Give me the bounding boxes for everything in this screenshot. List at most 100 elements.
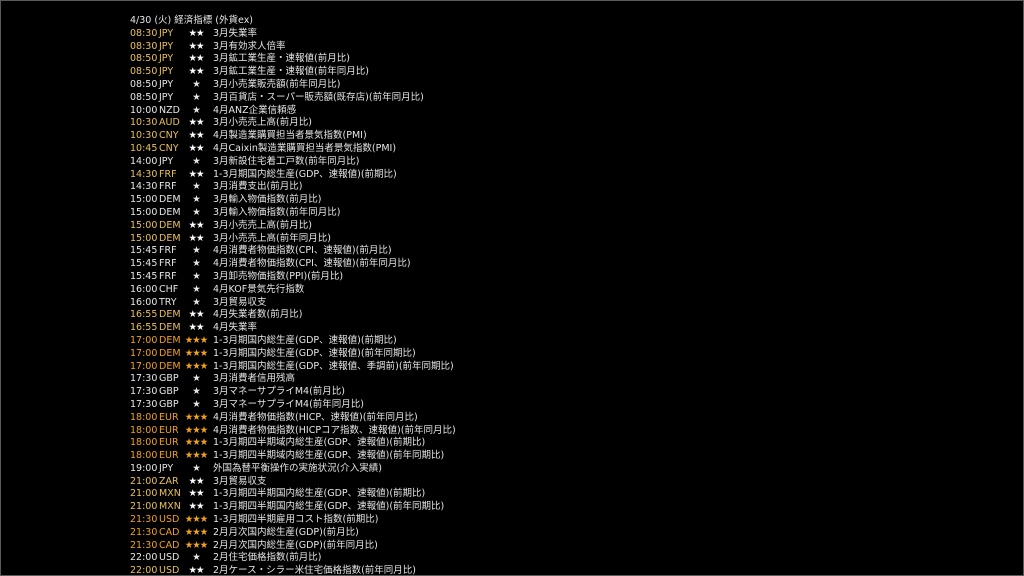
event-currency: DEM [159, 347, 181, 359]
event-time: 17:00 [130, 347, 158, 359]
event-currency: DEM [159, 322, 181, 334]
event-row: 16:55 DEM ★★ 4月失業率 [130, 322, 456, 335]
event-row: 10:30 AUD ★★ 3月小売売上高(前月比) [130, 117, 456, 130]
importance-stars-icon: ★ [192, 104, 201, 116]
event-currency: TRY [159, 296, 177, 308]
event-time: 22:00 [130, 565, 158, 576]
event-time: 17:30 [130, 398, 158, 410]
importance-stars-icon: ★★ [188, 322, 204, 334]
importance-stars-icon: ★ [192, 386, 201, 398]
event-time: 17:00 [130, 360, 158, 372]
event-name: 4月失業率 [213, 322, 258, 334]
event-currency: FRF [159, 181, 177, 193]
event-row: 08:30 JPY ★★ 3月失業率 [130, 28, 456, 41]
event-currency: FRF [159, 168, 177, 180]
event-name: 2月ケース・シラー米住宅価格指数(前年同月比) [213, 565, 416, 576]
event-time: 16:00 [130, 296, 158, 308]
event-currency: JPY [159, 155, 174, 167]
event-row: 21:00 ZAR ★★ 3月貿易収支 [130, 476, 456, 489]
event-time: 18:00 [130, 411, 158, 423]
importance-stars-icon: ★ [192, 181, 201, 193]
event-name: 4月Caixin製造業購買担当者景気指数(PMI) [213, 142, 397, 154]
event-time: 14:30 [130, 181, 158, 193]
event-time: 15:00 [130, 206, 158, 218]
event-name: 1-3月期国内総生産(GDP、速報値、季調前)(前年同期比) [213, 360, 454, 372]
event-row: 17:00 DEM ★★★ 1-3月期国内総生産(GDP、速報値)(前年同期比) [130, 348, 456, 361]
importance-stars-icon: ★★ [188, 117, 204, 129]
importance-stars-icon: ★ [192, 283, 201, 295]
event-currency: DEM [159, 360, 181, 372]
event-name: 1-3月期国内総生産(GDP、速報値)(前期比) [213, 334, 397, 346]
event-row: 17:30 GBP ★ 3月マネーサプライM4(前年同月比) [130, 399, 456, 412]
event-row: 16:00 TRY ★ 3月貿易収支 [130, 297, 456, 310]
importance-stars-icon: ★ [192, 373, 201, 385]
importance-stars-icon: ★★ [188, 475, 204, 487]
event-name: 3月百貨店・スーパー販売額(既存店)(前年同月比) [213, 91, 424, 103]
event-time: 18:00 [130, 437, 158, 449]
event-currency: CAD [159, 526, 180, 538]
event-time: 15:00 [130, 232, 158, 244]
event-currency: DEM [159, 206, 181, 218]
event-row: 15:45 FRF ★ 3月卸売物価指数(PPI)(前月比) [130, 271, 456, 284]
importance-stars-icon: ★★★ [184, 514, 209, 526]
event-row: 22:00 USD ★ 2月住宅価格指数(前月比) [130, 552, 456, 565]
event-time: 16:55 [130, 322, 158, 334]
event-name: 3月鉱工業生産・速報値(前月比) [213, 53, 350, 65]
event-currency: FRF [159, 270, 177, 282]
event-row: 21:00 MXN ★★ 1-3月期四半期国内総生産(GDP、速報値)(前期比) [130, 488, 456, 501]
importance-stars-icon: ★ [192, 206, 201, 218]
event-currency: EUR [159, 424, 179, 436]
event-name: 4月失業者数(前月比) [213, 309, 303, 321]
importance-stars-icon: ★★ [188, 40, 204, 52]
event-currency: JPY [159, 53, 174, 65]
event-row: 15:00 DEM ★★ 3月小売売上高(前月比) [130, 220, 456, 233]
event-name: 4月製造業購買担当者景気指数(PMI) [213, 130, 367, 142]
event-name: 4月消費者物価指数(HICP、速報値)(前年同月比) [213, 411, 418, 423]
event-currency: DEM [159, 219, 181, 231]
event-currency: CNY [159, 142, 179, 154]
importance-stars-icon: ★★ [188, 53, 204, 65]
calendar-title: 4/30 (火) 経済指標 (外貨ex) [130, 15, 254, 26]
event-currency: EUR [159, 411, 179, 423]
importance-stars-icon: ★★★ [184, 539, 209, 551]
event-name: 4月ANZ企業信頼感 [213, 104, 297, 116]
event-time: 10:00 [130, 104, 158, 116]
importance-stars-icon: ★ [192, 245, 201, 257]
event-name: 1-3月期四半期国内総生産(GDP、速報値)(前年同期比) [213, 501, 445, 513]
event-currency: CAD [159, 539, 180, 551]
event-time: 14:30 [130, 168, 158, 180]
importance-stars-icon: ★ [192, 155, 201, 167]
event-row: 15:00 DEM ★ 3月輸入物価指数(前月比) [130, 194, 456, 207]
event-row: 10:30 CNY ★★ 4月製造業購買担当者景気指数(PMI) [130, 130, 456, 143]
event-row: 21:30 USD ★★★ 1-3月期四半期雇用コスト指数(前期比) [130, 514, 456, 527]
event-row: 08:50 JPY ★ 3月百貨店・スーパー販売額(既存店)(前年同月比) [130, 92, 456, 105]
importance-stars-icon: ★★ [188, 66, 204, 78]
event-row: 21:30 CAD ★★★ 2月月次国内総生産(GDP)(前年同月比) [130, 540, 456, 553]
event-currency: ZAR [159, 475, 179, 487]
event-time: 14:00 [130, 155, 158, 167]
event-name: 1-3月期国内総生産(GDP、速報値)(前年同期比) [213, 347, 416, 359]
importance-stars-icon: ★★★ [184, 334, 209, 346]
event-name: 3月新設住宅着工戸数(前年同月比) [213, 155, 360, 167]
event-time: 21:30 [130, 514, 158, 526]
importance-stars-icon: ★★★ [184, 424, 209, 436]
importance-stars-icon: ★★★ [184, 450, 209, 462]
event-time: 08:50 [130, 53, 158, 65]
importance-stars-icon: ★★ [188, 130, 204, 142]
event-row: 10:45 CNY ★★ 4月Caixin製造業購買担当者景気指数(PMI) [130, 143, 456, 156]
event-row: 17:30 GBP ★ 3月マネーサプライM4(前月比) [130, 386, 456, 399]
importance-stars-icon: ★ [192, 194, 201, 206]
event-name: 1-3月期四半期国内総生産(GDP、速報値)(前期比) [213, 488, 426, 500]
event-name: 3月消費支出(前月比) [213, 181, 303, 193]
importance-stars-icon: ★★★ [184, 526, 209, 538]
event-currency: JPY [159, 27, 174, 39]
event-name: 3月小売売上高(前年同月比) [213, 232, 331, 244]
event-row: 10:00 NZD ★ 4月ANZ企業信頼感 [130, 105, 456, 118]
event-time: 21:30 [130, 526, 158, 538]
event-name: 1-3月期四半期域内総生産(GDP、速報値)(前年同期比) [213, 450, 445, 462]
event-currency: FRF [159, 245, 177, 257]
importance-stars-icon: ★★★ [184, 411, 209, 423]
event-time: 21:30 [130, 539, 158, 551]
event-row: 16:55 DEM ★★ 4月失業者数(前月比) [130, 309, 456, 322]
importance-stars-icon: ★★ [188, 219, 204, 231]
